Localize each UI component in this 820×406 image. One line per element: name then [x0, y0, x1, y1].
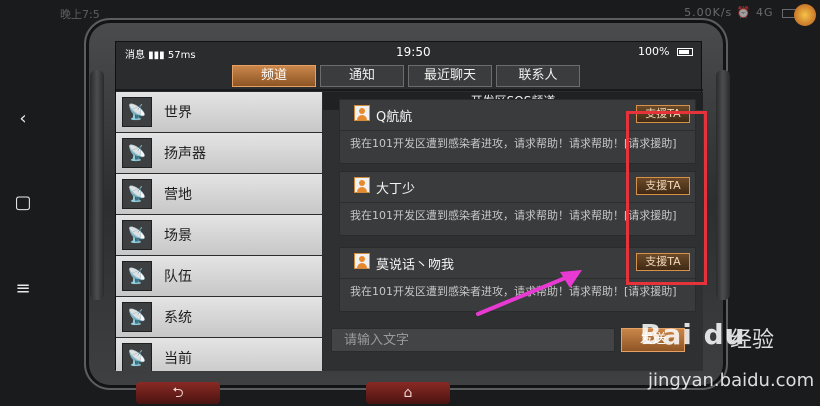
phone-status-bar: 消息 ▮▮▮ 57ms 19:50 100%	[116, 42, 703, 62]
tab-recent-chats[interactable]: 最近聊天	[408, 65, 492, 87]
sidebar-item-current[interactable]: 📡 当前	[116, 338, 322, 371]
satellite-dish-icon: 📡	[122, 343, 152, 371]
chat-screen: 消息 ▮▮▮ 57ms 19:50 100% 频道 通知 最近聊天 联系人 📡 …	[115, 41, 703, 371]
sidebar-item-system[interactable]: 📡 系统	[116, 297, 322, 337]
message-sender: 莫说话丶吻我	[376, 258, 455, 273]
highlight-box	[626, 111, 707, 285]
satellite-dish-icon: 📡	[122, 97, 152, 127]
sidebar-item-team[interactable]: 📡 队伍	[116, 256, 322, 296]
sidebar-item-world[interactable]: 📡 世界	[116, 92, 322, 132]
baidu-watermark: Bai du 经验 jingyan.baidu.com	[640, 318, 820, 406]
tab-contacts[interactable]: 联系人	[496, 65, 580, 87]
home-icon[interactable]: ⌂	[366, 382, 450, 404]
satellite-dish-icon: 📡	[122, 302, 152, 332]
message-sender: 大丁少	[376, 182, 416, 197]
sidebar-item-label: 营地	[164, 187, 192, 203]
system-time: 晚上7:5	[60, 8, 100, 21]
sidebar-item-label: 系统	[164, 310, 192, 326]
bottom-frame-buttons: ⮌ ⌂	[136, 382, 606, 406]
sidebar-item-camp[interactable]: 📡 营地	[116, 174, 322, 214]
phone-battery-text: 100%	[638, 45, 670, 58]
sidebar-item-label: 当前	[164, 351, 192, 367]
sidebar-item-label: 世界	[164, 105, 192, 121]
frame-rail-right	[716, 70, 730, 300]
home-icon[interactable]: ▢	[8, 188, 38, 218]
user-avatar-icon	[354, 177, 370, 193]
user-avatar-icon	[354, 253, 370, 269]
sidebar-item-speaker[interactable]: 📡 扬声器	[116, 133, 322, 173]
user-avatar-icon	[354, 105, 370, 121]
sidebar-item-label: 场景	[164, 228, 192, 244]
chat-tabs: 频道 通知 最近聊天 联系人	[232, 65, 580, 87]
annotation-arrow-icon	[476, 270, 582, 316]
game-floating-icon[interactable]	[794, 4, 816, 26]
sidebar-item-scene[interactable]: 📡 场景	[116, 215, 322, 255]
satellite-dish-icon: 📡	[122, 220, 152, 250]
android-nav-bar: ‹ ▢ ≡	[0, 0, 48, 406]
tab-channel[interactable]: 频道	[232, 65, 316, 87]
phone-battery: 100%	[638, 45, 693, 58]
back-icon[interactable]: ‹	[8, 104, 38, 134]
phone-battery-icon	[677, 48, 693, 56]
back-arrow-icon[interactable]: ⮌	[136, 382, 220, 404]
tab-notifications[interactable]: 通知	[320, 65, 404, 87]
tabs-divider	[116, 89, 703, 91]
chat-input[interactable]	[331, 328, 615, 352]
satellite-dish-icon: 📡	[122, 179, 152, 209]
phone-signal: 消息 ▮▮▮ 57ms	[125, 50, 196, 61]
satellite-dish-icon: 📡	[122, 261, 152, 291]
menu-icon[interactable]: ≡	[8, 274, 38, 304]
phone-time: 19:50	[396, 45, 431, 59]
sidebar-item-label: 扬声器	[164, 146, 206, 162]
satellite-dish-icon: 📡	[122, 138, 152, 168]
sidebar-item-label: 队伍	[164, 269, 192, 285]
message-sender: Q航航	[376, 110, 413, 125]
watermark-url: jingyan.baidu.com	[648, 370, 815, 391]
channel-sidebar: 📡 世界 📡 扬声器 📡 营地 📡 场景 📡 队伍 📡 系统 📡 当前	[116, 92, 322, 371]
frame-rail-left	[90, 70, 104, 300]
watermark-sub: 经验	[730, 328, 775, 353]
